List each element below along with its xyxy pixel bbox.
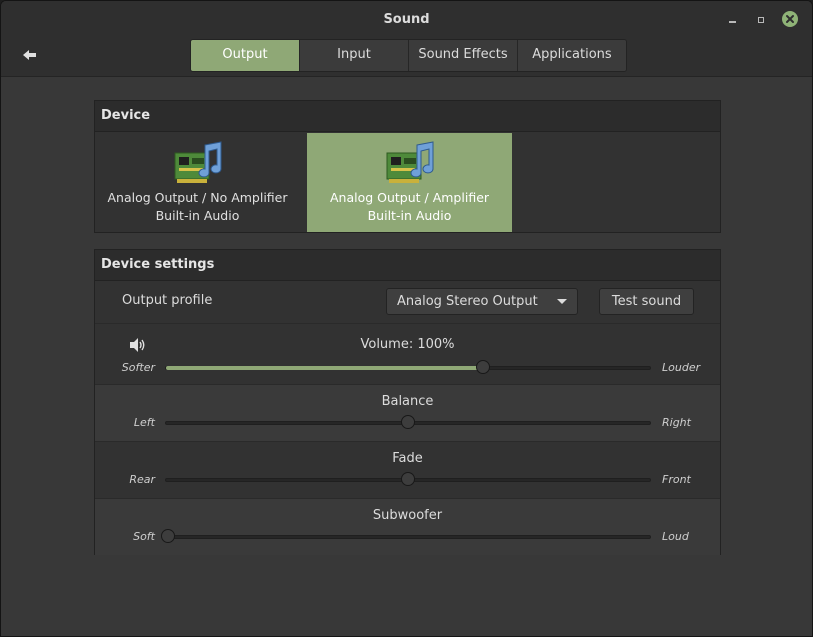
chevron-down-icon (557, 299, 567, 304)
balance-slider[interactable] (165, 415, 651, 429)
output-profile-value: Analog Stereo Output (397, 294, 538, 309)
device-settings-frame: Device settings Output profile Analog St… (94, 249, 721, 555)
subwoofer-min-label: Soft (133, 530, 155, 543)
device-settings-heading: Device settings (95, 250, 720, 281)
tab-sound-effects[interactable]: Sound Effects (409, 40, 518, 71)
subwoofer-slider[interactable] (161, 529, 651, 543)
sound-window: Sound Output Input Sound Effects Applica… (0, 0, 813, 637)
fade-title: Fade (392, 451, 423, 466)
device-frame: Device Analog Output / No Amplifier Buil… (94, 100, 721, 233)
titlebar: Sound Output Input Sound Effects Applica… (1, 1, 812, 77)
fade-handle[interactable] (401, 472, 415, 486)
window-title: Sound (383, 12, 430, 27)
volume-min-label: Softer (121, 361, 155, 374)
device-subtitle: Built-in Audio (367, 208, 452, 223)
audio-card-icon (174, 141, 222, 183)
balance-row: Balance Left Right (95, 384, 720, 441)
tab-bar: Output Input Sound Effects Applications (190, 39, 627, 72)
device-item-no-amplifier[interactable]: Analog Output / No Amplifier Built-in Au… (95, 133, 300, 232)
device-list: Analog Output / No Amplifier Built-in Au… (95, 132, 720, 233)
device-name: Analog Output / Amplifier (329, 190, 490, 205)
fade-row: Fade Rear Front (95, 441, 720, 498)
back-arrow-icon[interactable] (19, 44, 41, 66)
device-heading: Device (95, 101, 720, 132)
balance-title: Balance (381, 394, 434, 409)
maximize-icon[interactable] (753, 12, 769, 28)
tab-output[interactable]: Output (191, 40, 300, 71)
test-sound-button[interactable]: Test sound (599, 288, 694, 315)
fade-slider[interactable] (165, 472, 651, 486)
device-subtitle: Built-in Audio (155, 208, 240, 223)
tab-applications[interactable]: Applications (518, 40, 626, 71)
fade-min-label: Rear (129, 473, 155, 486)
balance-handle[interactable] (401, 415, 415, 429)
close-icon[interactable] (782, 11, 798, 27)
fade-max-label: Front (662, 473, 691, 486)
output-profile-select[interactable]: Analog Stereo Output (386, 288, 578, 315)
output-profile-row: Output profile Analog Stereo Output Test… (95, 280, 720, 323)
volume-slider[interactable] (165, 360, 651, 374)
subwoofer-handle[interactable] (161, 529, 175, 543)
subwoofer-max-label: Loud (662, 530, 689, 543)
subwoofer-title: Subwoofer (372, 508, 443, 523)
device-item-amplifier[interactable]: Analog Output / Amplifier Built-in Audio (307, 133, 512, 232)
volume-fill (166, 366, 484, 370)
tab-input[interactable]: Input (300, 40, 409, 71)
balance-max-label: Right (662, 416, 691, 429)
audio-card-icon (386, 141, 434, 183)
subwoofer-row: Subwoofer Soft Loud (95, 498, 720, 555)
volume-title: Volume: 100% (360, 337, 455, 352)
minimize-icon[interactable] (725, 12, 741, 28)
device-name: Analog Output / No Amplifier (107, 190, 288, 205)
volume-row: Volume: 100% Softer Louder (95, 323, 720, 384)
volume-handle[interactable] (476, 360, 491, 374)
volume-max-label: Louder (662, 361, 701, 374)
balance-min-label: Left (133, 416, 155, 429)
output-profile-label: Output profile (122, 293, 213, 308)
